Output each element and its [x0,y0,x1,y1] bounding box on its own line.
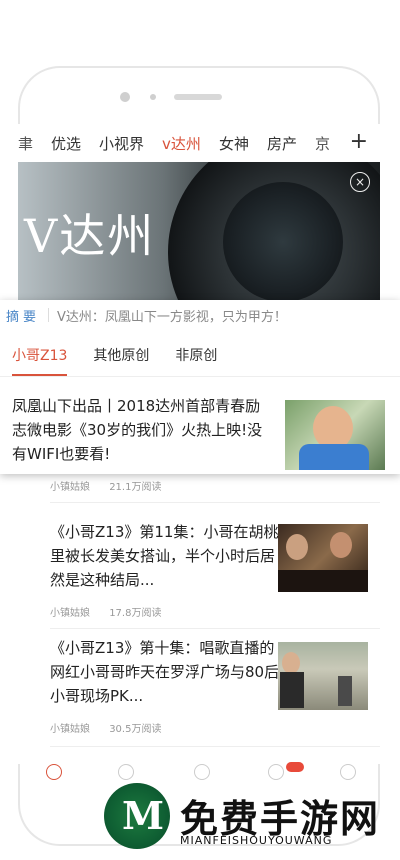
brand-logo-letter: M [122,793,165,838]
divider [50,502,380,503]
brand-subtitle: MIANFEISHOUYOUWANG [180,834,333,847]
divider [50,628,380,629]
featured-article-title[interactable]: 凤凰山下出品丨2018达州首部青春励志微电影《30岁的我们》火热上映!没有WIF… [12,394,274,466]
message-icon[interactable] [268,764,284,780]
article-title: 《小哥Z13》第十集：唱歌直播的网红小哥哥昨天在罗浮广场与80后小哥现场PK..… [50,639,280,705]
profile-icon[interactable] [340,764,356,780]
summary-bar: 摘要 V达州：凤凰山下一方影视，只为甲方！ [6,304,287,326]
bottom-tab-bar [18,762,380,780]
subtab-non-original[interactable]: 非原创 [175,336,217,376]
person-face [282,652,300,674]
home-icon[interactable] [46,764,62,780]
person-face [330,532,352,558]
featured-thumbnail[interactable] [285,400,385,470]
list-item[interactable]: 《小哥Z13》第十集：唱歌直播的网红小哥哥昨天在罗浮广场与80后小哥现场PK..… [50,636,380,746]
discover-icon[interactable] [194,764,210,780]
camera-lens-inner [223,182,343,302]
summary-tag: 摘要 [6,309,41,325]
article-thumbnail [278,524,368,592]
brand-logo: M [104,783,170,849]
sub-tabs: 小哥Z13 其他原创 非原创 [0,336,400,377]
list-item[interactable]: 小镇姑娘 21.1万阅读 [50,478,380,493]
article-meta: 小镇姑娘 21.1万阅读 [50,478,380,493]
summary-separator [48,308,50,322]
add-channel-icon[interactable]: + [350,129,368,154]
tab-youxuan[interactable]: 优选 [51,133,81,154]
tab-cut-left[interactable]: 聿 [18,133,33,154]
subtab-xiaoge[interactable]: 小哥Z13 [12,336,68,376]
article-meta: 小镇姑娘 30.5万阅读 [50,720,177,735]
article-reads: 30.5万阅读 [109,724,162,735]
tab-vdazhou[interactable]: v达州 [162,133,201,154]
zoomed-card: 摘要 V达州：凤凰山下一方影视，只为甲方！ 小哥Z13 其他原创 非原创 凤凰山… [0,300,400,474]
summary-text: V达州：凤凰山下一方影视，只为甲方！ [57,309,287,325]
article-source: 小镇姑娘 [50,608,90,619]
crowd-figure [338,676,352,706]
article-title: 《小哥Z13》第11集：小哥在胡桃里被长发美女搭讪，半个小时后居然是这种结局..… [50,523,279,589]
article-reads: 17.8万阅读 [109,608,162,619]
phone-top-bar [120,92,280,104]
sensor-dot [150,94,156,100]
article-reads: 21.1万阅读 [109,482,162,493]
table-shape [278,570,368,592]
list-item[interactable]: 《小哥Z13》第11集：小哥在胡桃里被长发美女搭讪，半个小时后居然是这种结局..… [50,520,380,630]
article-source: 小镇姑娘 [50,482,90,493]
notification-badge [286,762,304,772]
speaker-grille [174,94,222,100]
article-source: 小镇姑娘 [50,724,90,735]
person-shirt [299,444,369,470]
divider [50,746,380,747]
article-meta: 小镇姑娘 17.8万阅读 [50,604,177,619]
tab-cut-right[interactable]: 京 [315,133,330,154]
camera-icon [120,92,130,102]
tab-nvshen[interactable]: 女神 [219,133,249,154]
person-face [286,534,308,560]
subtab-other-original[interactable]: 其他原创 [93,336,149,376]
banner-title: V达州 [24,209,156,263]
video-icon[interactable] [118,764,134,780]
channel-tabs: 聿 优选 小视界 v达州 女神 房产 京 + [18,124,380,162]
tab-xiaoshijie[interactable]: 小视界 [99,133,144,154]
channel-banner[interactable]: V达州 × [18,162,380,302]
tab-fangchan[interactable]: 房产 [267,133,297,154]
article-thumbnail [278,642,368,710]
banner-close-icon[interactable]: × [350,172,370,192]
person-body [280,672,304,708]
